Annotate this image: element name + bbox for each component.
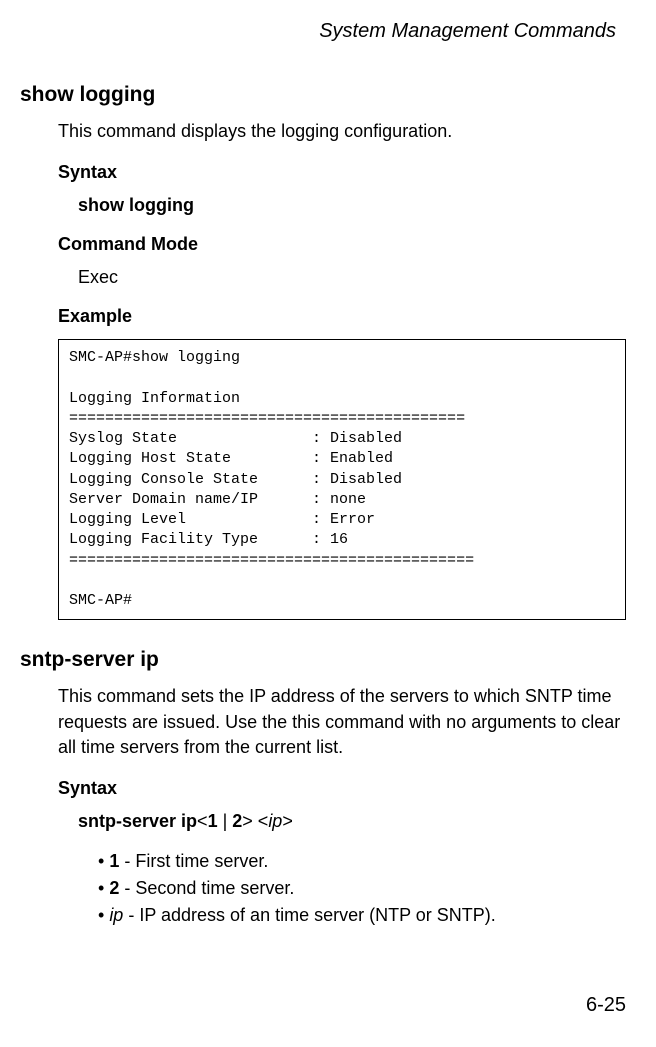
section1-syntax-heading: Syntax xyxy=(58,162,626,183)
section1-example-heading: Example xyxy=(58,306,626,327)
syntax-arg-ip: ip xyxy=(268,811,282,831)
bullet-list: • 1 - First time server. • 2 - Second ti… xyxy=(98,848,626,929)
section2-description: This command sets the IP address of the … xyxy=(58,684,626,760)
syntax-lt2: < xyxy=(253,811,269,831)
syntax-gt2: > xyxy=(282,811,293,831)
section-title-sntp-server-ip: sntp-server ip xyxy=(20,648,626,672)
section1-syntax-text: show logging xyxy=(78,195,626,216)
syntax-arg-1: 1 xyxy=(208,811,218,831)
syntax-gt1: > xyxy=(242,811,253,831)
section1-mode-heading: Command Mode xyxy=(58,234,626,255)
bullet-2-text: - Second time server. xyxy=(119,878,294,898)
code-example-block: SMC-AP#show logging Logging Information … xyxy=(58,339,626,620)
bullet-item-2: • 2 - Second time server. xyxy=(98,875,626,902)
section1-mode-text: Exec xyxy=(78,267,626,288)
bullet-item-1: • 1 - First time server. xyxy=(98,848,626,875)
section2-syntax-heading: Syntax xyxy=(58,778,626,799)
section1-description: This command displays the logging config… xyxy=(58,119,626,144)
syntax-arg-2: 2 xyxy=(232,811,242,831)
section-title-show-logging: show logging xyxy=(20,83,626,107)
section2-syntax-line: sntp-server ip<1 | 2> <ip> xyxy=(78,811,626,832)
bullet-3-text: - IP address of an time server (NTP or S… xyxy=(123,905,495,925)
bullet-2-bold: 2 xyxy=(109,878,119,898)
syntax-command: sntp-server ip xyxy=(78,811,197,831)
bullet-1-text: - First time server. xyxy=(119,851,268,871)
syntax-lt1: < xyxy=(197,811,208,831)
page-header-title: System Management Commands xyxy=(30,20,626,43)
page-number: 6-25 xyxy=(586,994,626,1017)
bullet-3-italic: ip xyxy=(109,905,123,925)
syntax-pipe: | xyxy=(218,811,233,831)
bullet-1-bold: 1 xyxy=(109,851,119,871)
bullet-item-3: • ip - IP address of an time server (NTP… xyxy=(98,902,626,929)
